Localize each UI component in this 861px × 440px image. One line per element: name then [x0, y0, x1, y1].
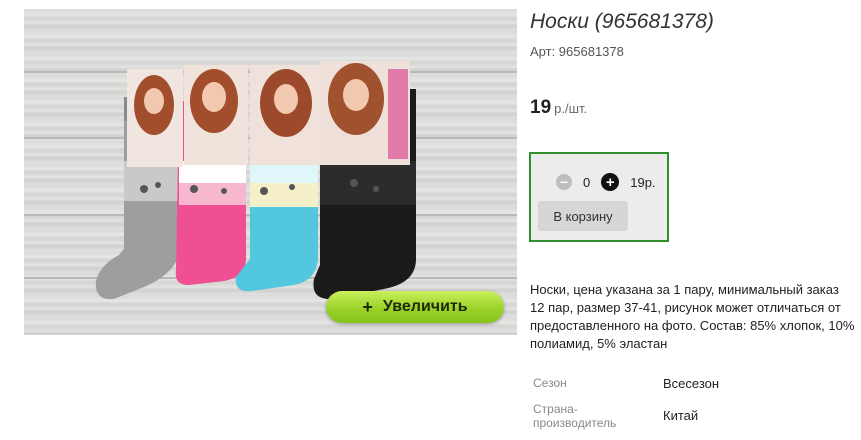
- property-row: Сезон Всесезон: [533, 376, 719, 402]
- product-image[interactable]: + Увеличить: [24, 9, 517, 335]
- property-label: Страна-производитель: [533, 402, 617, 430]
- add-to-cart-button[interactable]: В корзину: [538, 201, 628, 231]
- property-label: Сезон: [533, 376, 567, 390]
- cart-total: 19р.: [630, 174, 656, 190]
- socks-illustration: [95, 61, 416, 300]
- minus-circle-icon[interactable]: −: [556, 174, 572, 190]
- add-to-cart-panel: − 0 + 19р. В корзину: [529, 152, 669, 242]
- price-value: 19: [530, 97, 552, 118]
- quantity-stepper: − 0 + 19р.: [556, 173, 656, 191]
- plus-circle-icon[interactable]: +: [601, 173, 620, 191]
- label-cards: [127, 61, 410, 167]
- product-price: 19 р./шт.: [530, 97, 587, 119]
- product-sku: Арт: 965681378: [530, 44, 624, 59]
- property-row: Страна-производитель Китай: [533, 402, 719, 430]
- zoom-button[interactable]: + Увеличить: [326, 291, 504, 323]
- quantity-value: 0: [583, 174, 591, 190]
- price-unit: р./шт.: [554, 101, 588, 116]
- product-description: Носки, цена указана за 1 пару, минимальн…: [530, 282, 855, 351]
- product-title: Носки (965681378): [530, 10, 714, 33]
- property-value: Китай: [663, 408, 699, 423]
- product-properties: Сезон Всесезон Страна-производитель Кита…: [533, 376, 719, 430]
- plus-icon: +: [362, 296, 373, 317]
- property-value: Всесезон: [663, 376, 720, 391]
- zoom-label: Увеличить: [382, 298, 468, 315]
